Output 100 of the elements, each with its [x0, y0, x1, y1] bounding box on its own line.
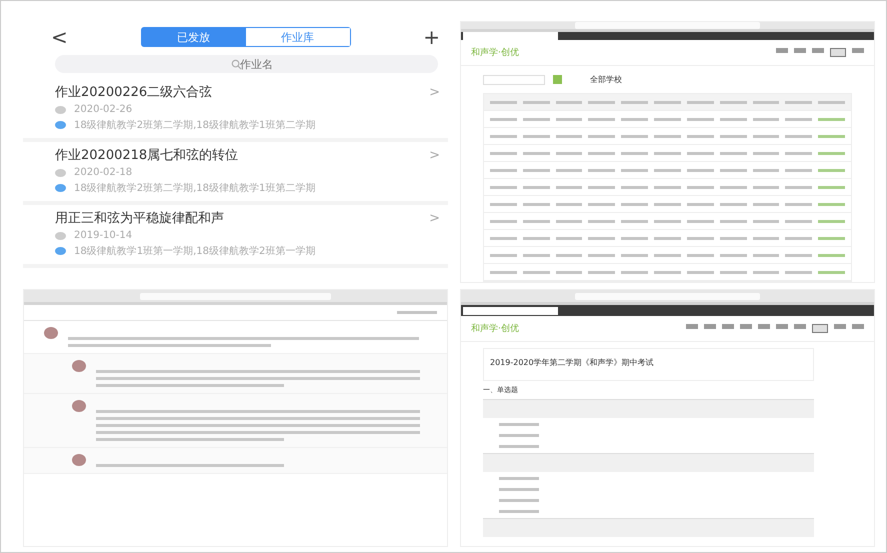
toolbar-search-field[interactable] [463, 32, 558, 40]
chevron-icon[interactable]: > [429, 148, 440, 162]
avatar [72, 400, 86, 412]
search-icon [230, 59, 242, 70]
illegible-text [490, 168, 517, 172]
illegible-text [621, 168, 648, 172]
illegible-text [785, 118, 812, 120]
illegible-text [499, 510, 539, 513]
illegible-text [752, 236, 780, 240]
illegible-text [686, 118, 714, 120]
illegible-text [654, 152, 681, 154]
filter-field[interactable] [483, 74, 545, 84]
illegible-text [621, 100, 648, 104]
illegible-text [490, 236, 517, 240]
illegible-text [556, 152, 582, 154]
illegible-text [522, 270, 550, 274]
illegible-text [818, 202, 845, 206]
illegible-text [654, 186, 681, 188]
illegible-text [720, 168, 747, 172]
illegible-text [588, 220, 616, 222]
illegible-text [490, 202, 517, 206]
illegible-text [686, 254, 714, 256]
toolbar-search-field[interactable] [463, 306, 558, 314]
avatar [72, 360, 86, 372]
search-button[interactable] [553, 75, 562, 84]
illegible-text [654, 202, 681, 206]
illegible-text [522, 118, 550, 120]
assignment-classes: 18级律航教学2班第二学期,18级律航教学1班第二学期 [74, 118, 316, 132]
illegible-text [621, 270, 648, 274]
tab[interactable]: 已发放 [142, 28, 246, 46]
illegible-text [654, 254, 681, 256]
illegible-text [499, 423, 539, 426]
illegible-text [397, 311, 437, 314]
illegible-text [588, 152, 616, 154]
avatar [44, 327, 58, 339]
illegible-text [686, 100, 714, 104]
add-button[interactable]: + [423, 27, 440, 47]
illegible-text [654, 220, 681, 222]
illegible-text [752, 152, 780, 154]
illegible-text [556, 236, 582, 240]
illegible-text [785, 270, 812, 274]
illegible-text [686, 270, 714, 274]
illegible-text [654, 236, 681, 240]
illegible-text [621, 254, 648, 256]
school-filter[interactable]: 全部学校 [590, 74, 622, 85]
illegible-text [720, 270, 747, 274]
illegible-text [785, 186, 812, 188]
chevron-icon[interactable]: > [429, 84, 440, 100]
illegible-text [818, 168, 845, 172]
illegible-text [818, 118, 845, 120]
illegible-text [522, 100, 550, 104]
avatar [72, 454, 86, 466]
chevron-icon[interactable]: > [429, 210, 440, 226]
illegible-text [556, 220, 582, 222]
illegible-text [499, 434, 539, 437]
illegible-text [499, 488, 539, 491]
assignment-classes: 18级律航教学1班第一学期,18级律航教学2班第一学期 [74, 244, 316, 258]
illegible-text [588, 118, 616, 120]
illegible-text [686, 186, 714, 188]
illegible-text [686, 134, 714, 138]
illegible-text [588, 168, 616, 172]
illegible-text [556, 134, 582, 138]
illegible-text [621, 152, 648, 154]
assignment-title[interactable]: 作业20200226二级六合弦 [55, 83, 212, 101]
illegible-text [556, 186, 582, 188]
illegible-text [752, 202, 780, 206]
illegible-text [522, 236, 550, 240]
search-field[interactable]: 作业名 [55, 55, 438, 73]
back-button[interactable]: < [51, 27, 68, 47]
illegible-text [818, 254, 845, 256]
illegible-text [490, 118, 517, 120]
illegible-text [752, 100, 780, 104]
illegible-text [785, 100, 812, 104]
illegible-text [522, 168, 550, 172]
illegible-text [556, 202, 582, 206]
illegible-text [556, 100, 582, 104]
nav-link[interactable] [830, 48, 846, 57]
illegible-text [588, 100, 616, 104]
illegible-text [499, 477, 539, 480]
illegible-text [654, 168, 681, 172]
illegible-text [720, 134, 747, 138]
illegible-text [588, 236, 616, 240]
illegible-text [556, 118, 582, 120]
illegible-text [522, 134, 550, 138]
illegible-text [818, 270, 845, 274]
illegible-text [720, 118, 747, 120]
site-logo[interactable]: 和声学·创优 [471, 322, 519, 335]
illegible-text [522, 186, 550, 188]
illegible-text [499, 445, 539, 448]
assignment-title[interactable]: 作业20200218属七和弦的转位 [55, 146, 238, 164]
exam-title: 2019-2020学年第二学期《和声学》期中考试 [490, 358, 654, 367]
illegible-text [785, 134, 812, 138]
assignment-title[interactable]: 用正三和弦为平稳旋律配和声 [55, 209, 224, 227]
site-logo[interactable]: 和声学·创优 [471, 46, 519, 59]
illegible-text [686, 168, 714, 172]
nav-link[interactable] [812, 324, 828, 333]
illegible-text [785, 168, 812, 172]
assignment-classes: 18级律航教学2班第二学期,18级律航教学1班第二学期 [74, 182, 316, 195]
address-bar[interactable] [574, 22, 760, 29]
illegible-text [818, 236, 845, 240]
